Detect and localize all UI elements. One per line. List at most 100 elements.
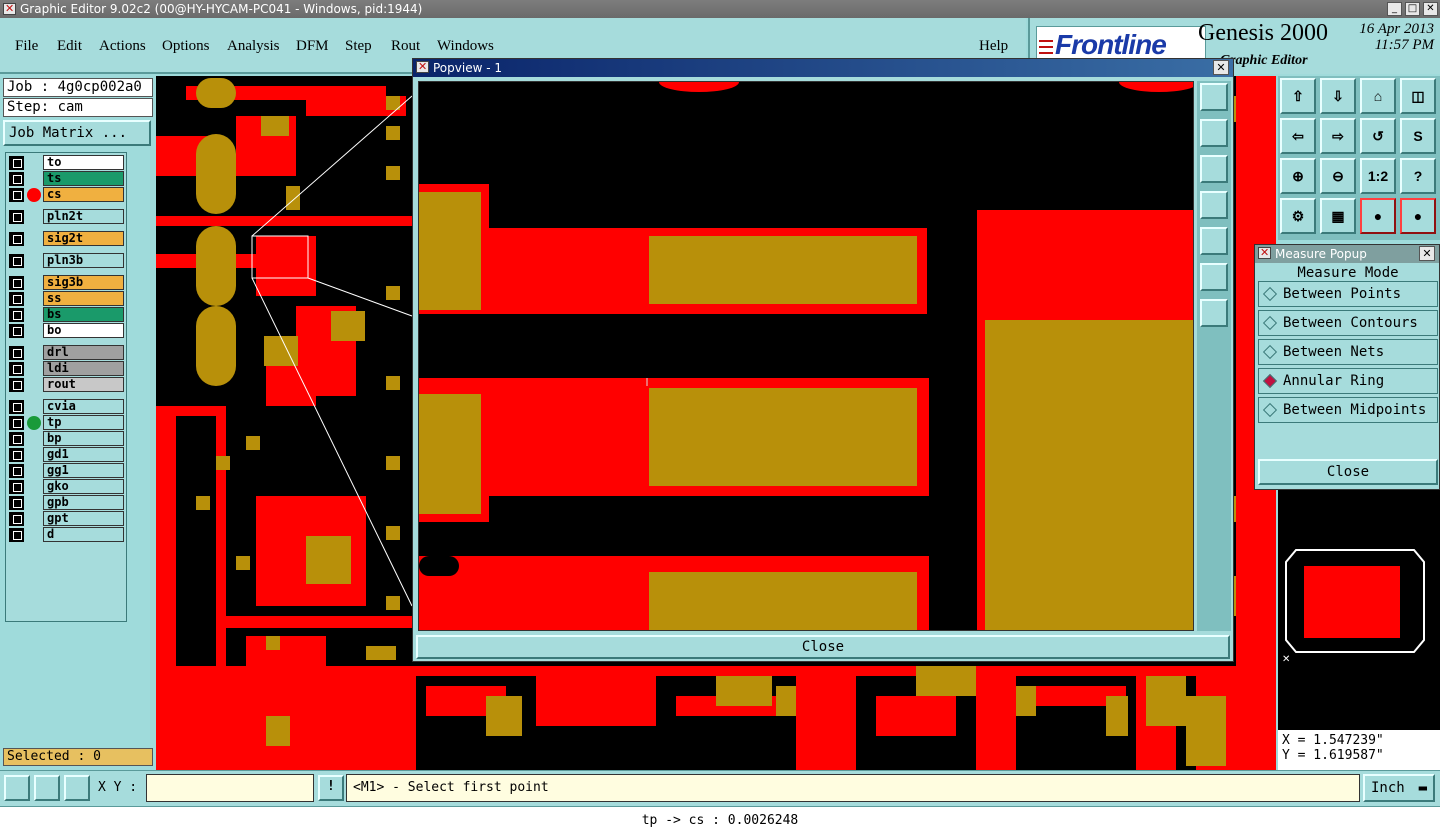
net-select-icon[interactable]: ● [1400,198,1436,234]
layer-row-sig2t[interactable]: sig2t [6,231,128,246]
rotate-icon[interactable]: ↺ [1360,118,1396,154]
measure-option-between-nets[interactable]: Between Nets [1258,339,1438,365]
menu-step[interactable]: Step [345,38,372,55]
measure-close-icon[interactable]: ✕ [1419,246,1435,261]
minimize-button[interactable]: _ [1387,2,1402,16]
layer-row-gpb[interactable]: gpb [6,495,128,510]
layer-row-to[interactable]: to [6,155,128,170]
zoom-in-icon[interactable]: ⊕ [1280,158,1316,194]
layer-name[interactable]: cs [43,187,124,202]
layer-checkbox[interactable] [9,362,24,376]
layer-name[interactable]: pln2t [43,209,124,224]
menu-options[interactable]: Options [162,38,210,55]
layer-checkbox[interactable] [9,254,24,268]
layer-row-gko[interactable]: gko [6,479,128,494]
layer-name[interactable]: pln3b [43,253,124,268]
layer-name[interactable]: tp [43,415,124,430]
measure-titlebar[interactable]: Measure Popup ✕ [1255,244,1439,263]
layer-row-pln3b[interactable]: pln3b [6,253,128,268]
snap-icon[interactable] [4,775,30,801]
layer-row-bs[interactable]: bs [6,307,128,322]
menu-help[interactable]: Help [979,38,1008,55]
popview-pan-down-icon[interactable] [1200,155,1228,183]
layer-row-bp[interactable]: bp [6,431,128,446]
layer-checkbox[interactable] [9,346,24,360]
layer-name[interactable]: bo [43,323,124,338]
layer-checkbox[interactable] [9,416,24,430]
popview-zoom-in-icon[interactable] [1200,263,1228,291]
popview-fit-icon[interactable] [1200,83,1228,111]
layer-row-ss[interactable]: ss [6,291,128,306]
measure-option-annular-ring[interactable]: Annular Ring [1258,368,1438,394]
menu-rout[interactable]: Rout [391,38,420,55]
layer-name[interactable]: to [43,155,124,170]
xy-input[interactable] [146,774,314,802]
pan-up-icon[interactable]: ⇧ [1280,78,1316,114]
popview-pan-left-icon[interactable] [1200,191,1228,219]
measure-option-between-points[interactable]: Between Points [1258,281,1438,307]
popview-close-button[interactable]: Close [416,635,1230,659]
layer-name[interactable]: ss [43,291,124,306]
popview-close-icon[interactable]: ✕ [1213,60,1229,75]
layer-checkbox[interactable] [9,432,24,446]
popview-titlebar[interactable]: Popview - 1 ✕ [413,58,1233,77]
layer-row-tp[interactable]: tp [6,415,128,430]
menu-analysis[interactable]: Analysis [227,38,280,55]
layer-row-pln2t[interactable]: pln2t [6,209,128,224]
popview-pan-right-icon[interactable] [1200,227,1228,255]
pan-down-icon[interactable]: ⇩ [1320,78,1356,114]
popview-pan-up-icon[interactable] [1200,119,1228,147]
measure-option-between-contours[interactable]: Between Contours [1258,310,1438,336]
layer-checkbox[interactable] [9,378,24,392]
measure-close-button[interactable]: Close [1258,459,1438,485]
alert-icon[interactable]: ! [318,775,344,801]
measure-tool-icon[interactable] [34,775,60,801]
grid-snap-icon[interactable] [64,775,90,801]
layer-name[interactable]: sig2t [43,231,124,246]
layer-checkbox[interactable] [9,480,24,494]
maximize-button[interactable]: □ [1405,2,1420,16]
overview-panel[interactable]: ✕ [1278,490,1440,730]
popview-zoom-out-icon[interactable] [1200,299,1228,327]
layer-name[interactable]: rout [43,377,124,392]
menu-file[interactable]: File [15,38,38,55]
scale-1-2-icon[interactable]: 1:2 [1360,158,1396,194]
mirror-icon[interactable]: S [1400,118,1436,154]
layer-checkbox[interactable] [9,512,24,526]
menu-actions[interactable]: Actions [99,38,146,55]
layer-checkbox[interactable] [9,276,24,290]
layer-checkbox[interactable] [9,172,24,186]
help-icon[interactable]: ? [1400,158,1436,194]
layer-row-bo[interactable]: bo [6,323,128,338]
layer-checkbox[interactable] [9,188,24,202]
layer-checkbox[interactable] [9,400,24,414]
home-icon[interactable]: ⌂ [1360,78,1396,114]
layer-checkbox[interactable] [9,292,24,306]
layer-row-gg1[interactable]: gg1 [6,463,128,478]
layer-name[interactable]: bp [43,431,124,446]
window-icon[interactable]: ◫ [1400,78,1436,114]
layer-name[interactable]: cvia [43,399,124,414]
layer-row-ts[interactable]: ts [6,171,128,186]
pan-right-icon[interactable]: ⇨ [1320,118,1356,154]
layer-row-drl[interactable]: drl [6,345,128,360]
layer-row-ldi[interactable]: ldi [6,361,128,376]
layer-row-d[interactable]: d [6,527,128,542]
grid-icon[interactable]: ▦ [1320,198,1356,234]
layer-checkbox[interactable] [9,156,24,170]
layer-name[interactable]: gd1 [43,447,124,462]
layer-name[interactable]: sig3b [43,275,124,290]
layer-checkbox[interactable] [9,528,24,542]
layer-name[interactable]: ldi [43,361,124,376]
layer-name[interactable]: bs [43,307,124,322]
zoom-out-icon[interactable]: ⊖ [1320,158,1356,194]
units-select[interactable]: Inch ▬ [1363,774,1435,802]
layer-checkbox[interactable] [9,232,24,246]
layer-row-cvia[interactable]: cvia [6,399,128,414]
layer-name[interactable]: gko [43,479,124,494]
layer-name[interactable]: gpb [43,495,124,510]
menu-windows[interactable]: Windows [437,38,494,55]
layer-row-gd1[interactable]: gd1 [6,447,128,462]
close-window-button[interactable]: ✕ [1423,2,1438,16]
layer-row-rout[interactable]: rout [6,377,128,392]
